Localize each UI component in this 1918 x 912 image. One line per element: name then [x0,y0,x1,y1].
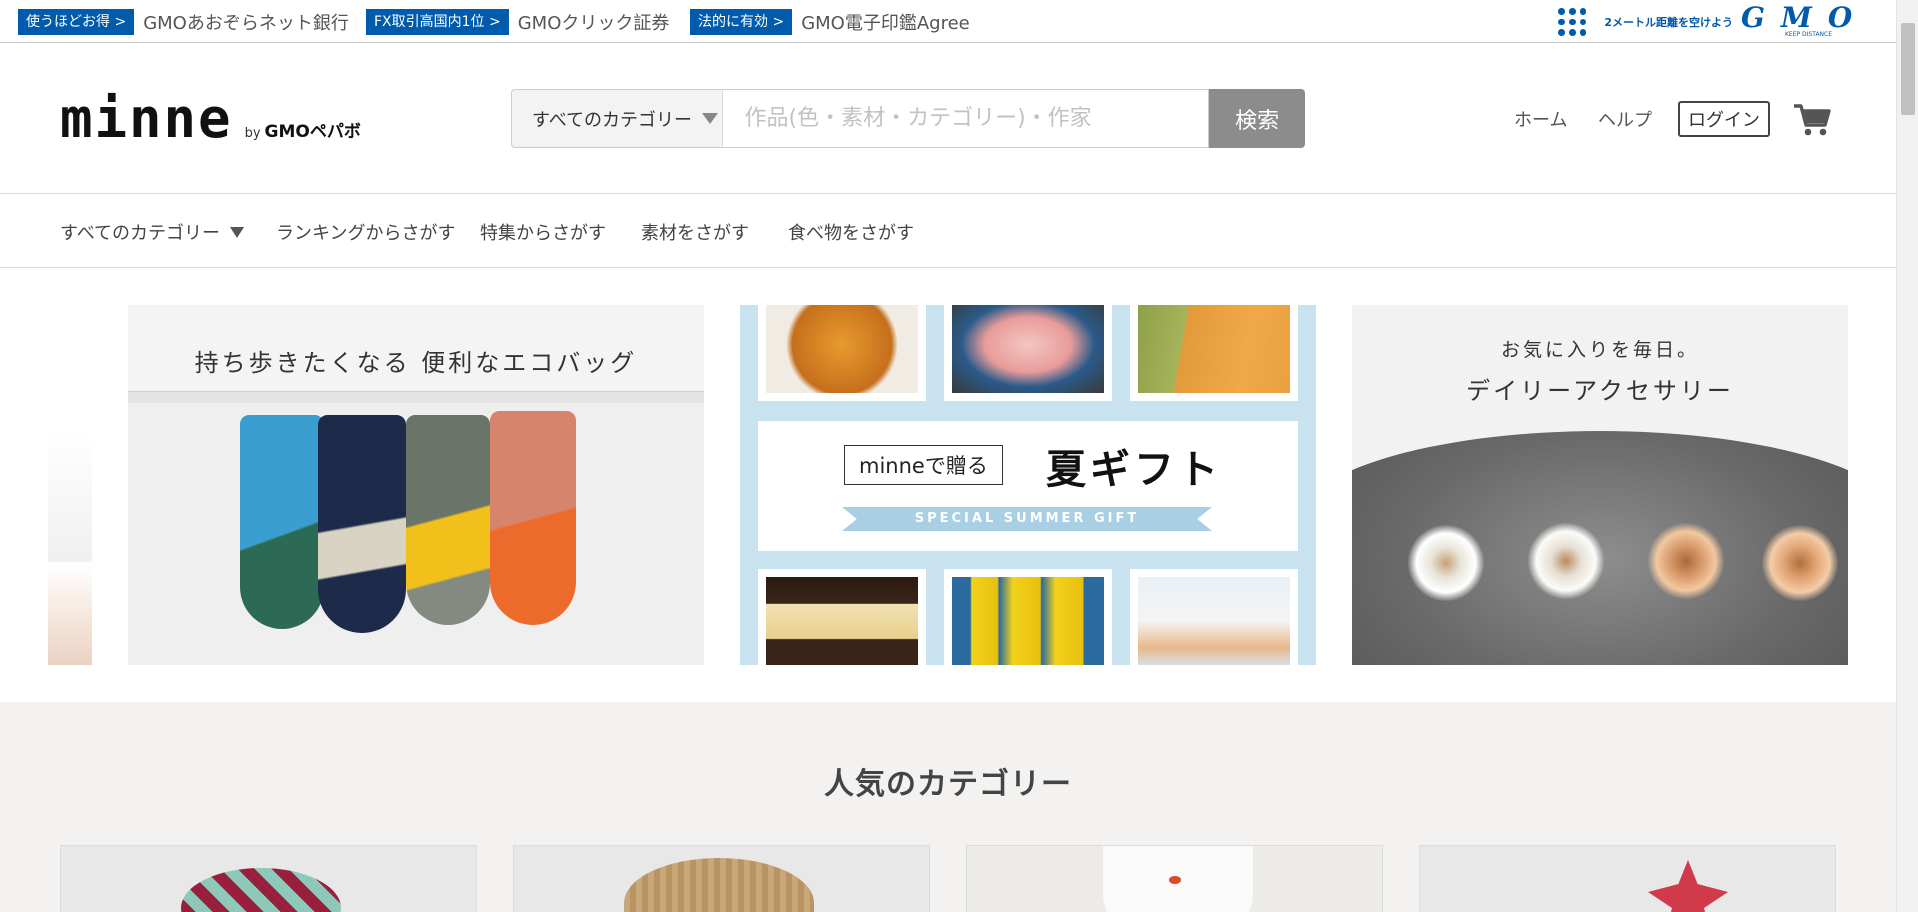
logo-by: by [244,126,261,141]
chevron-down-icon [702,113,719,124]
gift-tile-peach [944,305,1112,401]
gift-title-box: minneで贈る 夏ギフト SPECIAL SUMMER GIFT [758,421,1298,551]
gift-ribbon: SPECIAL SUMMER GIFT [842,507,1212,531]
banner-accessory-title: デイリーアクセサリー [1466,377,1734,405]
nav-materials[interactable]: 素材をさがす [641,219,749,245]
popular-categories-title: 人気のカテゴリー [824,767,1072,802]
banner-carousel: 持ち歩きたくなる 便利なエコバッグ minneで贈る 夏ギフト SPECIAL … [0,269,1896,702]
cart-icon[interactable] [1792,100,1832,138]
gmo-promo-bar: 使うほどお得 > GMOあおぞらネット銀行 FX取引高国内1位 > GMOクリッ… [0,0,1896,43]
promo-text: GMO電子印鑑Agree [801,13,970,34]
promo-text: GMOクリック証券 [517,13,670,34]
search-button[interactable]: 検索 [1209,89,1306,148]
nav-home-link[interactable]: ホーム [1514,106,1567,132]
nav-help-label: ヘルプ [1598,110,1652,131]
triangle-down-icon [230,226,245,238]
minne-logo[interactable]: minne by GMOペパボ [60,92,361,146]
nav-all-categories-label: すべてのカテゴリー [60,223,221,244]
logo-wordmark: minne [60,87,233,150]
banner-rail [128,391,704,403]
category-card[interactable] [60,845,477,912]
page-scrollbar[interactable] [1896,0,1918,912]
search-form: すべてのカテゴリー 検索 [511,89,1306,148]
promo-badge: 法的に有効 > [690,9,793,35]
category-select-label: すべてのカテゴリー [532,109,693,131]
eco-bag-photo [128,403,704,665]
keep-distance-text: 2メートル距離を空けよう [1604,16,1733,29]
category-select[interactable]: すべてのカテゴリー [511,89,722,148]
promo-agree-link[interactable]: 法的に有効 > GMO電子印鑑Agree [690,9,970,35]
gift-tile-honey [944,569,1112,665]
popular-categories: 人気のカテゴリー [0,702,1896,912]
nav-help-link[interactable]: ヘルプ [1598,106,1652,132]
scrollbar-thumb[interactable] [1901,23,1915,115]
banner-summer-gift[interactable]: minneで贈る 夏ギフト SPECIAL SUMMER GIFT [740,305,1316,665]
nav-features[interactable]: 特集からさがす [480,219,606,245]
category-nav: すべてのカテゴリー ランキングからさがす 特集からさがす 素材をさがす 食べ物を… [0,195,1896,268]
category-card[interactable] [1419,845,1836,912]
category-card[interactable] [966,845,1383,912]
banner-daily-accessory[interactable]: お気に入りを毎日。 デイリーアクセサリー [1352,305,1848,665]
banner-eco-bag[interactable]: 持ち歩きたくなる 便利なエコバッグ [128,305,704,665]
gift-tile-cheesecake [758,569,926,665]
gift-tile-tart [758,305,926,401]
search-input[interactable] [721,89,1210,148]
banner-prev-peek[interactable] [48,433,92,665]
gift-minne-label: minneで贈る [844,445,1003,485]
service-grid-icon[interactable] [1558,8,1587,36]
gift-tile-donut [1130,305,1298,401]
banner-eco-bag-title: 持ち歩きたくなる 便利なエコバッグ [194,349,638,377]
nav-ranking[interactable]: ランキングからさがす [276,219,455,245]
site-header: minne by GMOペパボ すべてのカテゴリー 検索 ホーム ヘルプ ログイ… [0,44,1896,194]
nav-home-label: ホーム [1514,110,1568,131]
promo-click-sec-link[interactable]: FX取引高国内1位 > GMOクリック証券 [366,9,669,35]
nav-food[interactable]: 食べ物をさがす [788,219,914,245]
promo-aozora-link[interactable]: 使うほどお得 > GMOあおぞらネット銀行 [18,9,349,35]
gift-tile-glass [1130,569,1298,665]
promo-badge: FX取引高国内1位 > [366,9,509,35]
keep-distance-caption: KEEP DISTANCE [1785,31,1833,38]
login-button[interactable]: ログイン [1678,101,1770,137]
gmo-logo-text: GMO [1741,1,1869,34]
accessory-tray [1352,431,1848,665]
gmo-right-group: 2メートル距離を空けよう GMO KEEP DISTANCE [1558,1,1876,39]
promo-text: GMOあおぞらネット銀行 [143,13,349,34]
gift-main-title: 夏ギフト [1046,447,1222,493]
gmo-logo[interactable]: GMO KEEP DISTANCE [1741,1,1876,39]
logo-pepabo: GMOペパボ [264,122,361,142]
promo-badge: 使うほどお得 > [18,9,135,35]
category-card[interactable] [513,845,930,912]
nav-all-categories[interactable]: すべてのカテゴリー [60,219,245,245]
banner-accessory-subtitle: お気に入りを毎日。 [1500,339,1699,361]
